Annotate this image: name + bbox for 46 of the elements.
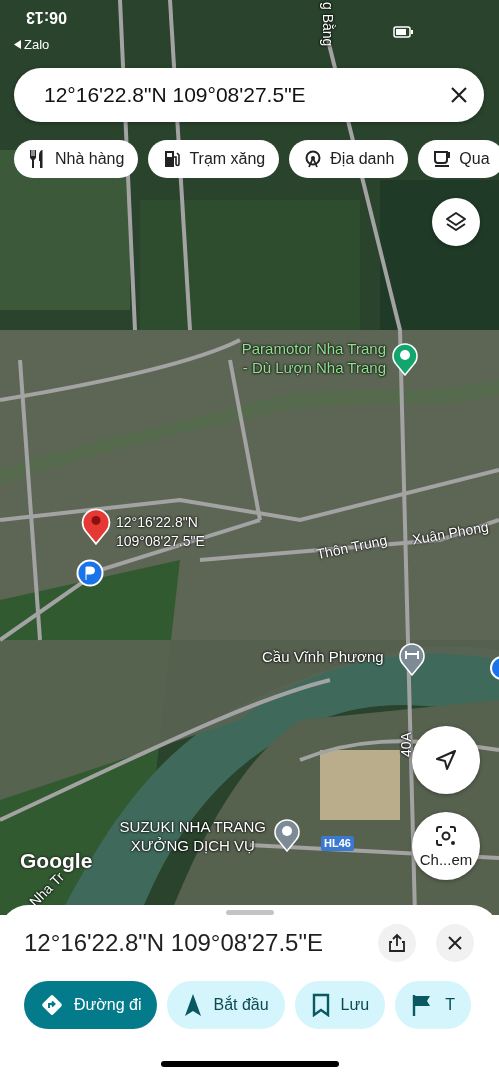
drag-handle[interactable] [225, 910, 274, 915]
location-pin-icon[interactable] [489, 655, 499, 681]
bridge-pin-icon[interactable] [399, 642, 425, 676]
back-to-app-link[interactable]: Zalo [14, 37, 50, 52]
action-button[interactable]: Bắt đầu [167, 981, 285, 1029]
share-icon [388, 933, 406, 953]
place-pin-icon[interactable] [392, 342, 418, 376]
layers-icon [444, 210, 468, 234]
close-button[interactable] [436, 924, 474, 962]
share-button[interactable] [378, 924, 416, 962]
map-logo: Google [20, 849, 93, 873]
coordinate-label: 12°16'22.8"N [116, 513, 199, 532]
place-label[interactable]: - Dù Lượn Nha Trang [241, 358, 386, 377]
bookmark-icon [310, 993, 331, 1017]
place-label[interactable]: Paramotor Nha Trang [241, 339, 386, 358]
category-chip[interactable]: Qua [418, 140, 499, 178]
road-label: g Bằng [319, 2, 337, 47]
category-chip[interactable]: Trạm xăng [148, 140, 280, 178]
dropped-pin-icon[interactable] [81, 507, 111, 545]
parking-pin-icon[interactable] [76, 559, 104, 587]
place-label[interactable]: SUZUKI NHA TRANG [119, 817, 266, 836]
close-icon [448, 936, 462, 950]
camera-lens-icon [435, 824, 457, 847]
route-number: HL46 [321, 836, 354, 851]
back-triangle-icon [14, 40, 21, 49]
cup-icon [432, 149, 453, 169]
action-button[interactable]: T [395, 981, 471, 1029]
search-field[interactable]: 12°16'22.8"N 109°08'27.5"E [14, 68, 484, 122]
status-time: 06:13 [26, 8, 67, 26]
place-title: 12°16'22.8"N 109°08'27.5"E [24, 929, 324, 957]
category-chip[interactable]: Địa danh [289, 140, 409, 178]
gas-pump-icon [162, 149, 183, 169]
coordinate-label: 109°08'27.5"E [116, 532, 205, 551]
navigation-arrow-icon [183, 993, 204, 1017]
navigation-arrow-icon [435, 749, 457, 771]
place-label[interactable]: XƯỞNG DỊCH VỤ [119, 836, 266, 855]
close-icon[interactable] [450, 86, 468, 104]
place-label[interactable]: Cầu Vĩnh Phương [262, 647, 384, 666]
action-button[interactable]: Lưu [294, 981, 386, 1029]
status-icon [393, 26, 413, 38]
action-button[interactable]: Đường đi [24, 981, 158, 1029]
road-label: Xuân Phong [410, 517, 491, 550]
category-chip[interactable]: Nhà hàng [14, 140, 139, 178]
road-label: Thôn Trung [314, 530, 389, 565]
place-pin-icon[interactable] [274, 818, 300, 852]
road-label: 40A [396, 732, 415, 757]
